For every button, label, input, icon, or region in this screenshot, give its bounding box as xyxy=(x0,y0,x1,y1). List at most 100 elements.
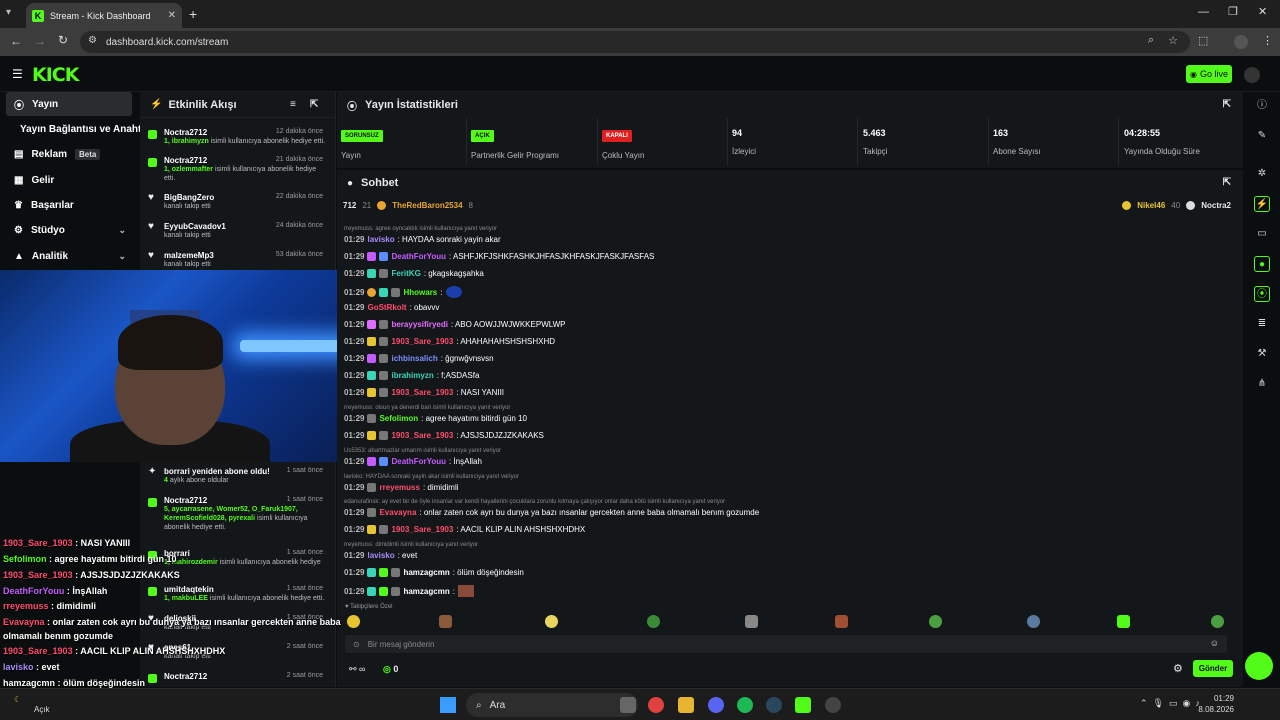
url-field[interactable]: ⚙ dashboard.kick.com/stream ⌕ ☆ xyxy=(80,31,1190,53)
top-gifters-bar: 712 21 TheRedBaron2534 8 Nikel46 40 Noct… xyxy=(337,197,1243,213)
forward-icon[interactable]: → xyxy=(34,34,46,48)
chat-username[interactable]: berayysifiryedi xyxy=(391,320,447,329)
hamburger-menu-icon[interactable]: ☰ xyxy=(12,67,23,81)
extensions-icon[interactable]: ⬚ xyxy=(1198,34,1208,47)
chat-username[interactable]: ichbinsalich xyxy=(391,354,437,363)
chat-settings-share-icon[interactable]: ⚯ ∞ xyxy=(349,664,365,675)
nav-item-stream[interactable]: ⦿ Yayın xyxy=(6,92,132,116)
feed-item-time: 1 saat önce xyxy=(286,496,323,503)
chat-username[interactable]: rreyemuss xyxy=(379,483,419,492)
share-icon[interactable]: ⋔ xyxy=(1254,376,1270,392)
gifter-name[interactable]: Nikel46 xyxy=(1137,201,1165,210)
emote-icon[interactable] xyxy=(545,615,558,628)
nav-item-studio[interactable]: ⚙ Stüdyo ⌄ xyxy=(6,218,132,242)
stat-stream-status: SORUNSUZ Yayın xyxy=(337,118,467,166)
chat-username[interactable]: 1903_Sare_1903 xyxy=(391,388,453,397)
chat-username[interactable]: ibrahimyzn xyxy=(391,371,433,380)
emoji-icon[interactable]: ☺ xyxy=(1210,638,1219,648)
chat-username[interactable]: Hhowars xyxy=(403,288,437,297)
file-explorer-icon[interactable] xyxy=(678,697,694,713)
layers-icon[interactable]: ≣ xyxy=(1254,316,1270,332)
gifter-count: 8 xyxy=(468,200,473,210)
gifter-name[interactable]: Noctra2 xyxy=(1201,201,1231,210)
bookmark-star-icon[interactable]: ☆ xyxy=(1168,34,1178,47)
emote-icon[interactable] xyxy=(647,615,660,628)
nav-item-ads[interactable]: ▤ Reklam Beta xyxy=(6,142,132,166)
popout-icon[interactable]: ⇱ xyxy=(310,99,318,110)
wrench-icon[interactable]: ⚒ xyxy=(1254,346,1270,362)
system-tray[interactable]: ⌃ 🎙 ▭ ◉ ♪ xyxy=(1140,698,1200,709)
support-chat-button[interactable] xyxy=(1245,652,1273,680)
browser-tab[interactable]: K Stream - Kick Dashboard ✕ xyxy=(26,3,182,28)
site-info-icon[interactable]: ⚙ xyxy=(88,35,97,46)
chrome-icon[interactable] xyxy=(648,697,664,713)
kick-logo[interactable]: KICK xyxy=(32,64,79,86)
weather-widget[interactable]: ☾ Açık xyxy=(14,695,50,714)
go-live-button[interactable]: ◉ Go live xyxy=(1186,65,1232,83)
nav-item-stream-key[interactable]: Yayın Bağlantısı ve Anahtarı xyxy=(6,117,154,141)
edit-icon[interactable]: ✎ xyxy=(1254,128,1270,144)
emote-icon[interactable] xyxy=(835,615,848,628)
chat-settings-gear-icon[interactable]: ⚙ xyxy=(1173,662,1183,675)
kick-app-icon[interactable] xyxy=(795,697,811,713)
chat-username[interactable]: Sefolimon xyxy=(379,414,418,423)
activity-feed-toggle-icon[interactable]: ⚡ xyxy=(1254,196,1270,212)
zoom-icon[interactable]: ⌕ xyxy=(1148,34,1154,47)
chat-username[interactable]: 1903_Sare_1903 xyxy=(391,337,453,346)
chat-username[interactable]: hamzagcmn xyxy=(403,568,449,577)
chat-username[interactable]: lavisko xyxy=(367,551,394,560)
emote-icon[interactable] xyxy=(1117,615,1130,628)
discord-icon[interactable] xyxy=(708,697,724,713)
moderation-icon[interactable]: ✲ xyxy=(1254,166,1270,182)
popout-icon[interactable]: ⇱ xyxy=(1223,177,1231,188)
chat-username[interactable]: DeathForYouu xyxy=(391,457,446,466)
popout-icon[interactable]: ⇱ xyxy=(1223,99,1231,110)
close-window-button[interactable]: ✕ xyxy=(1258,5,1267,18)
emote-icon[interactable] xyxy=(347,615,360,628)
user-avatar[interactable] xyxy=(1244,67,1260,83)
emote-icon[interactable] xyxy=(1211,615,1224,628)
task-view-icon[interactable] xyxy=(620,697,636,713)
maximize-button[interactable]: ❐ xyxy=(1228,5,1238,18)
chat-username[interactable]: lavisko xyxy=(367,235,394,244)
browser-menu-icon[interactable]: ⋮ xyxy=(1262,34,1273,47)
back-icon[interactable]: ← xyxy=(10,34,22,48)
start-button[interactable] xyxy=(440,697,456,713)
notes-icon[interactable]: ▭ xyxy=(1254,226,1270,242)
steam-icon[interactable] xyxy=(766,697,782,713)
filter-icon[interactable]: ≡ xyxy=(290,99,296,110)
stream-stats-toggle-icon[interactable]: ⦿ xyxy=(1254,286,1270,302)
minimize-button[interactable]: — xyxy=(1198,6,1209,18)
gifter-name[interactable]: TheRedBaron2534 xyxy=(392,201,462,210)
info-icon[interactable]: ⓘ xyxy=(1254,98,1270,114)
new-tab-button[interactable]: + xyxy=(189,6,197,22)
send-button[interactable]: Gönder xyxy=(1193,660,1233,677)
chat-username[interactable]: DeathForYouu xyxy=(391,252,446,261)
tab-list-icon[interactable]: ▾ xyxy=(6,7,20,21)
chat-username[interactable]: FeritKG xyxy=(391,269,420,278)
emote-icon[interactable] xyxy=(1027,615,1040,628)
taskbar-clock[interactable]: 01:29 8.08.2026 xyxy=(1198,693,1234,715)
spotify-icon[interactable] xyxy=(737,697,753,713)
nav-item-achievements[interactable]: ♛ Başarılar xyxy=(6,193,132,217)
obs-icon[interactable] xyxy=(825,697,841,713)
feed-item-time: 2 saat önce xyxy=(286,672,323,679)
tab-close-icon[interactable]: ✕ xyxy=(168,10,176,21)
chat-username[interactable]: hamzagcmn xyxy=(403,587,449,596)
chat-username[interactable]: GoStRkolt xyxy=(367,303,406,312)
reload-icon[interactable]: ↻ xyxy=(58,33,68,47)
stat-value: 94 xyxy=(732,128,743,138)
chat-username[interactable]: Evavayna xyxy=(379,508,416,517)
emote-icon[interactable] xyxy=(745,615,758,628)
taskbar-search[interactable]: ⌕ Ara xyxy=(466,693,638,717)
chat-username[interactable]: 1903_Sare_1903 xyxy=(391,525,453,534)
nav-item-revenue[interactable]: ▦ Gelir xyxy=(6,168,132,192)
emote-icon[interactable] xyxy=(929,615,942,628)
chat-username[interactable]: 1903_Sare_1903 xyxy=(391,431,453,440)
profile-avatar[interactable] xyxy=(1234,35,1248,49)
chat-message-input[interactable]: ⊙ Bir mesaj gönderin ☺ xyxy=(345,635,1227,653)
channel-points[interactable]: ◎ 0 xyxy=(383,664,398,675)
emote-icon[interactable] xyxy=(439,615,452,628)
chat-toggle-icon[interactable]: ● xyxy=(1254,256,1270,272)
nav-item-analytics[interactable]: ▲ Analitik ⌄ xyxy=(6,244,132,268)
